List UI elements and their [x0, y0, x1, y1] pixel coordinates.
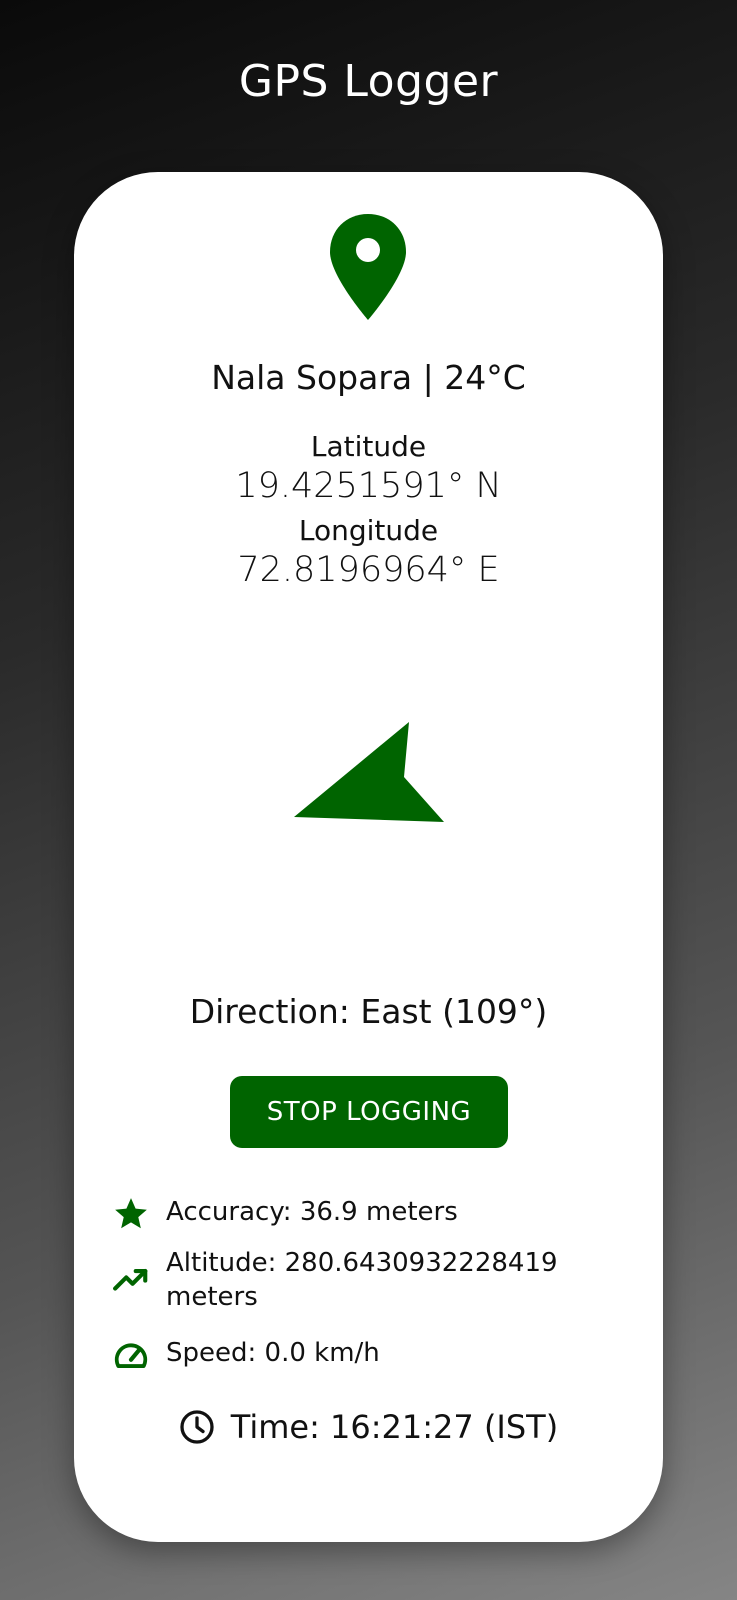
latitude-value: 19.4251591° N — [235, 466, 502, 506]
star-icon — [115, 1198, 147, 1229]
accuracy-text: Accuracy: 36.9 meters — [166, 1197, 458, 1227]
speedometer-icon — [114, 1343, 148, 1368]
time-text: Time: 16:21:27 (IST) — [230, 1408, 559, 1446]
clock-icon — [180, 1410, 214, 1444]
longitude-label: Longitude — [298, 514, 439, 547]
stop-logging-button[interactable]: STOP LOGGING — [230, 1076, 508, 1148]
latitude-label: Latitude — [310, 430, 427, 463]
altitude-row: Altitude: 280.6430932228419 meters — [112, 1246, 632, 1314]
longitude-value: 72.8196964° E — [237, 550, 500, 590]
direction-text: Direction: East (109°) — [189, 992, 548, 1031]
altitude-line-2: meters — [166, 1282, 258, 1312]
accuracy-row: Accuracy: 36.9 meters — [112, 1195, 632, 1233]
speed-row: Speed: 0.0 km/h — [112, 1336, 632, 1374]
app-title: GPS Logger — [238, 56, 499, 107]
altitude-line-1: Altitude: 280.6430932228419 — [166, 1248, 558, 1278]
location-summary: Nala Sopara | 24°C — [211, 358, 526, 397]
altitude-text: Altitude: 280.6430932228419 meters — [166, 1246, 558, 1314]
location-pin-icon — [330, 214, 406, 320]
trending-up-icon — [113, 1269, 148, 1291]
time-row: Time: 16:21:27 (IST) — [74, 1408, 663, 1446]
direction-arrow-icon — [294, 722, 444, 822]
location-card: Nala Sopara | 24°C Latitude 19.4251591° … — [74, 172, 663, 1542]
speed-text: Speed: 0.0 km/h — [166, 1338, 380, 1368]
